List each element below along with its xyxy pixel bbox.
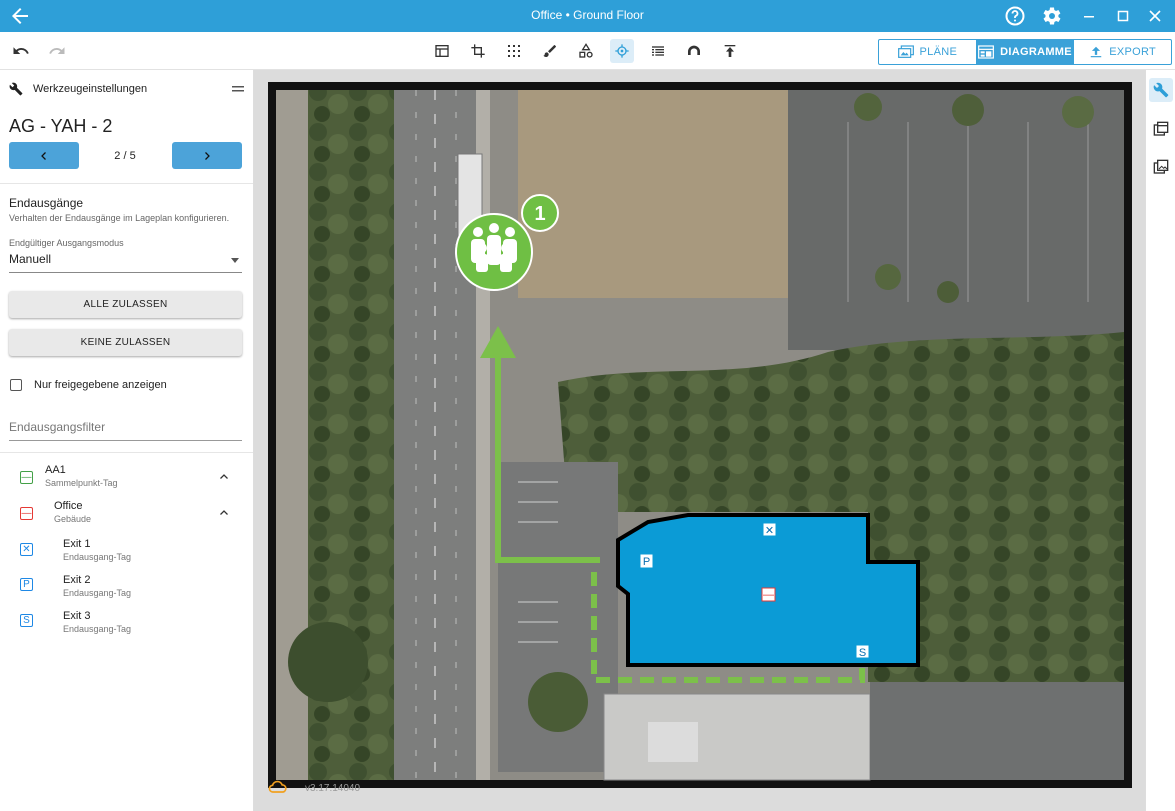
section-description: Verhalten der Endausgänge im Lageplan ko… <box>9 213 230 223</box>
chevron-left-icon <box>41 151 46 160</box>
tab-diagrams-label: DIAGRAMME <box>1000 46 1072 58</box>
neighbour-building <box>603 693 871 781</box>
brush-icon[interactable] <box>538 39 562 63</box>
wrench-icon <box>1153 82 1169 98</box>
tab-diagrams[interactable]: DIAGRAMME <box>975 40 1074 64</box>
divider <box>0 452 253 453</box>
pipe-icon[interactable] <box>682 39 706 63</box>
list-icon[interactable] <box>646 39 670 63</box>
tree-item-name[interactable]: Exit 2 <box>63 574 91 586</box>
drag-handle-icon[interactable] <box>232 84 244 94</box>
exit-tag-icon: P <box>20 578 33 591</box>
export-icon <box>1091 46 1102 58</box>
plans-icon <box>897 45 914 58</box>
parking-lot <box>788 90 1124 350</box>
chevron-up-icon[interactable] <box>218 471 230 483</box>
maximize-icon[interactable] <box>1111 4 1135 28</box>
tab-export[interactable]: EXPORT <box>1073 40 1171 64</box>
prev-button[interactable] <box>9 142 79 169</box>
panel-header-title: Werkzeugeinstellungen <box>33 83 148 95</box>
diagrams-icon <box>978 45 995 59</box>
upload-icon[interactable] <box>718 39 742 63</box>
next-button[interactable] <box>172 142 242 169</box>
tool-settings-button[interactable] <box>1149 78 1173 102</box>
tree-item-name[interactable]: Office <box>54 500 83 512</box>
mode-select-value: Manuell <box>9 252 52 266</box>
tree-item-name[interactable]: AA1 <box>45 464 66 476</box>
redo-icon[interactable] <box>45 39 69 63</box>
pager-text: 2 / 5 <box>114 150 136 162</box>
close-icon[interactable] <box>1143 4 1167 28</box>
layout-icon[interactable] <box>430 39 454 63</box>
images-button[interactable] <box>1149 155 1173 179</box>
assembly-tag-icon: — <box>20 471 33 484</box>
divider <box>0 183 253 184</box>
layers-button[interactable] <box>1149 117 1173 141</box>
exit-tag-icon: S <box>20 614 33 627</box>
tool-settings-panel: Werkzeugeinstellungen AG - YAH - 2 2 / 5… <box>0 70 254 811</box>
panel-header: Werkzeugeinstellungen <box>9 82 244 98</box>
assembly-count-text: 1 <box>534 203 545 225</box>
tree-item-sub: Gebäude <box>54 514 92 524</box>
tab-plans-label: PLÄNE <box>919 46 958 58</box>
tree-item-name[interactable]: Exit 1 <box>63 538 91 550</box>
crosshair-icon[interactable] <box>610 39 634 63</box>
window-title: Office • Ground Floor <box>531 8 644 22</box>
cloud-sync-icon[interactable] <box>268 780 288 794</box>
exit-filter-input[interactable]: Endausgangsfilter <box>9 420 242 441</box>
tree-item-sub: Sammelpunkt-Tag <box>45 478 118 488</box>
images-icon <box>1153 159 1169 174</box>
mode-select[interactable]: Manuell <box>9 252 242 273</box>
minimize-icon[interactable] <box>1077 4 1101 28</box>
exit-2-glyph: P <box>643 556 650 568</box>
tree-item-name[interactable]: Exit 3 <box>63 610 91 622</box>
chevron-up-icon[interactable] <box>218 507 230 519</box>
wrench-icon <box>9 82 23 96</box>
view-tabs: PLÄNE DIAGRAMME EXPORT <box>878 39 1172 65</box>
help-circle-icon[interactable] <box>1003 4 1027 28</box>
tree-item-sub: Endausgang-Tag <box>63 552 132 562</box>
only-approved-label: Nur freigegebene anzeigen <box>34 379 167 391</box>
right-sidebar <box>1145 70 1175 811</box>
aerial-map[interactable]: 1 ✕ P S — <box>268 82 1132 788</box>
chevron-right-icon <box>205 151 210 160</box>
dropdown-caret-icon <box>231 258 239 263</box>
building-marker-glyph: — <box>763 589 774 601</box>
tree-item-sub: Endausgang-Tag <box>63 588 132 598</box>
allow-none-button[interactable]: KEINE ZULASSEN <box>9 329 242 356</box>
toolbar: PLÄNE DIAGRAMME EXPORT <box>0 32 1175 70</box>
tab-export-label: EXPORT <box>1109 46 1157 58</box>
only-approved-checkbox[interactable] <box>10 379 22 391</box>
dirt-lot <box>518 90 788 298</box>
plan-title: AG - YAH - 2 <box>9 116 113 136</box>
exit-tag-icon: ✕ <box>20 543 33 556</box>
layers-icon <box>1153 121 1169 136</box>
shapes-icon[interactable] <box>574 39 598 63</box>
parking-lot-lower <box>870 682 1124 780</box>
gear-icon[interactable] <box>1039 4 1063 28</box>
mode-label: Endgültiger Ausgangsmodus <box>9 238 124 248</box>
tree-item-sub: Endausgang-Tag <box>63 624 132 634</box>
people-group-icon <box>471 223 517 272</box>
section-title: Endausgänge <box>9 196 84 210</box>
building-icon: — <box>20 507 33 520</box>
exit-3-glyph: S <box>859 647 866 659</box>
undo-icon[interactable] <box>9 39 33 63</box>
version-label: v3.17.14040 <box>305 783 361 794</box>
site-plan-map[interactable]: 1 ✕ P S — <box>268 82 1132 788</box>
allow-all-button[interactable]: ALLE ZULASSEN <box>9 291 242 318</box>
title-bar: Office • Ground Floor <box>0 0 1175 32</box>
select-grid-icon[interactable] <box>502 39 526 63</box>
tab-plans[interactable]: PLÄNE <box>879 40 976 64</box>
exit-1-glyph: ✕ <box>765 525 774 537</box>
crop-icon[interactable] <box>466 39 490 63</box>
